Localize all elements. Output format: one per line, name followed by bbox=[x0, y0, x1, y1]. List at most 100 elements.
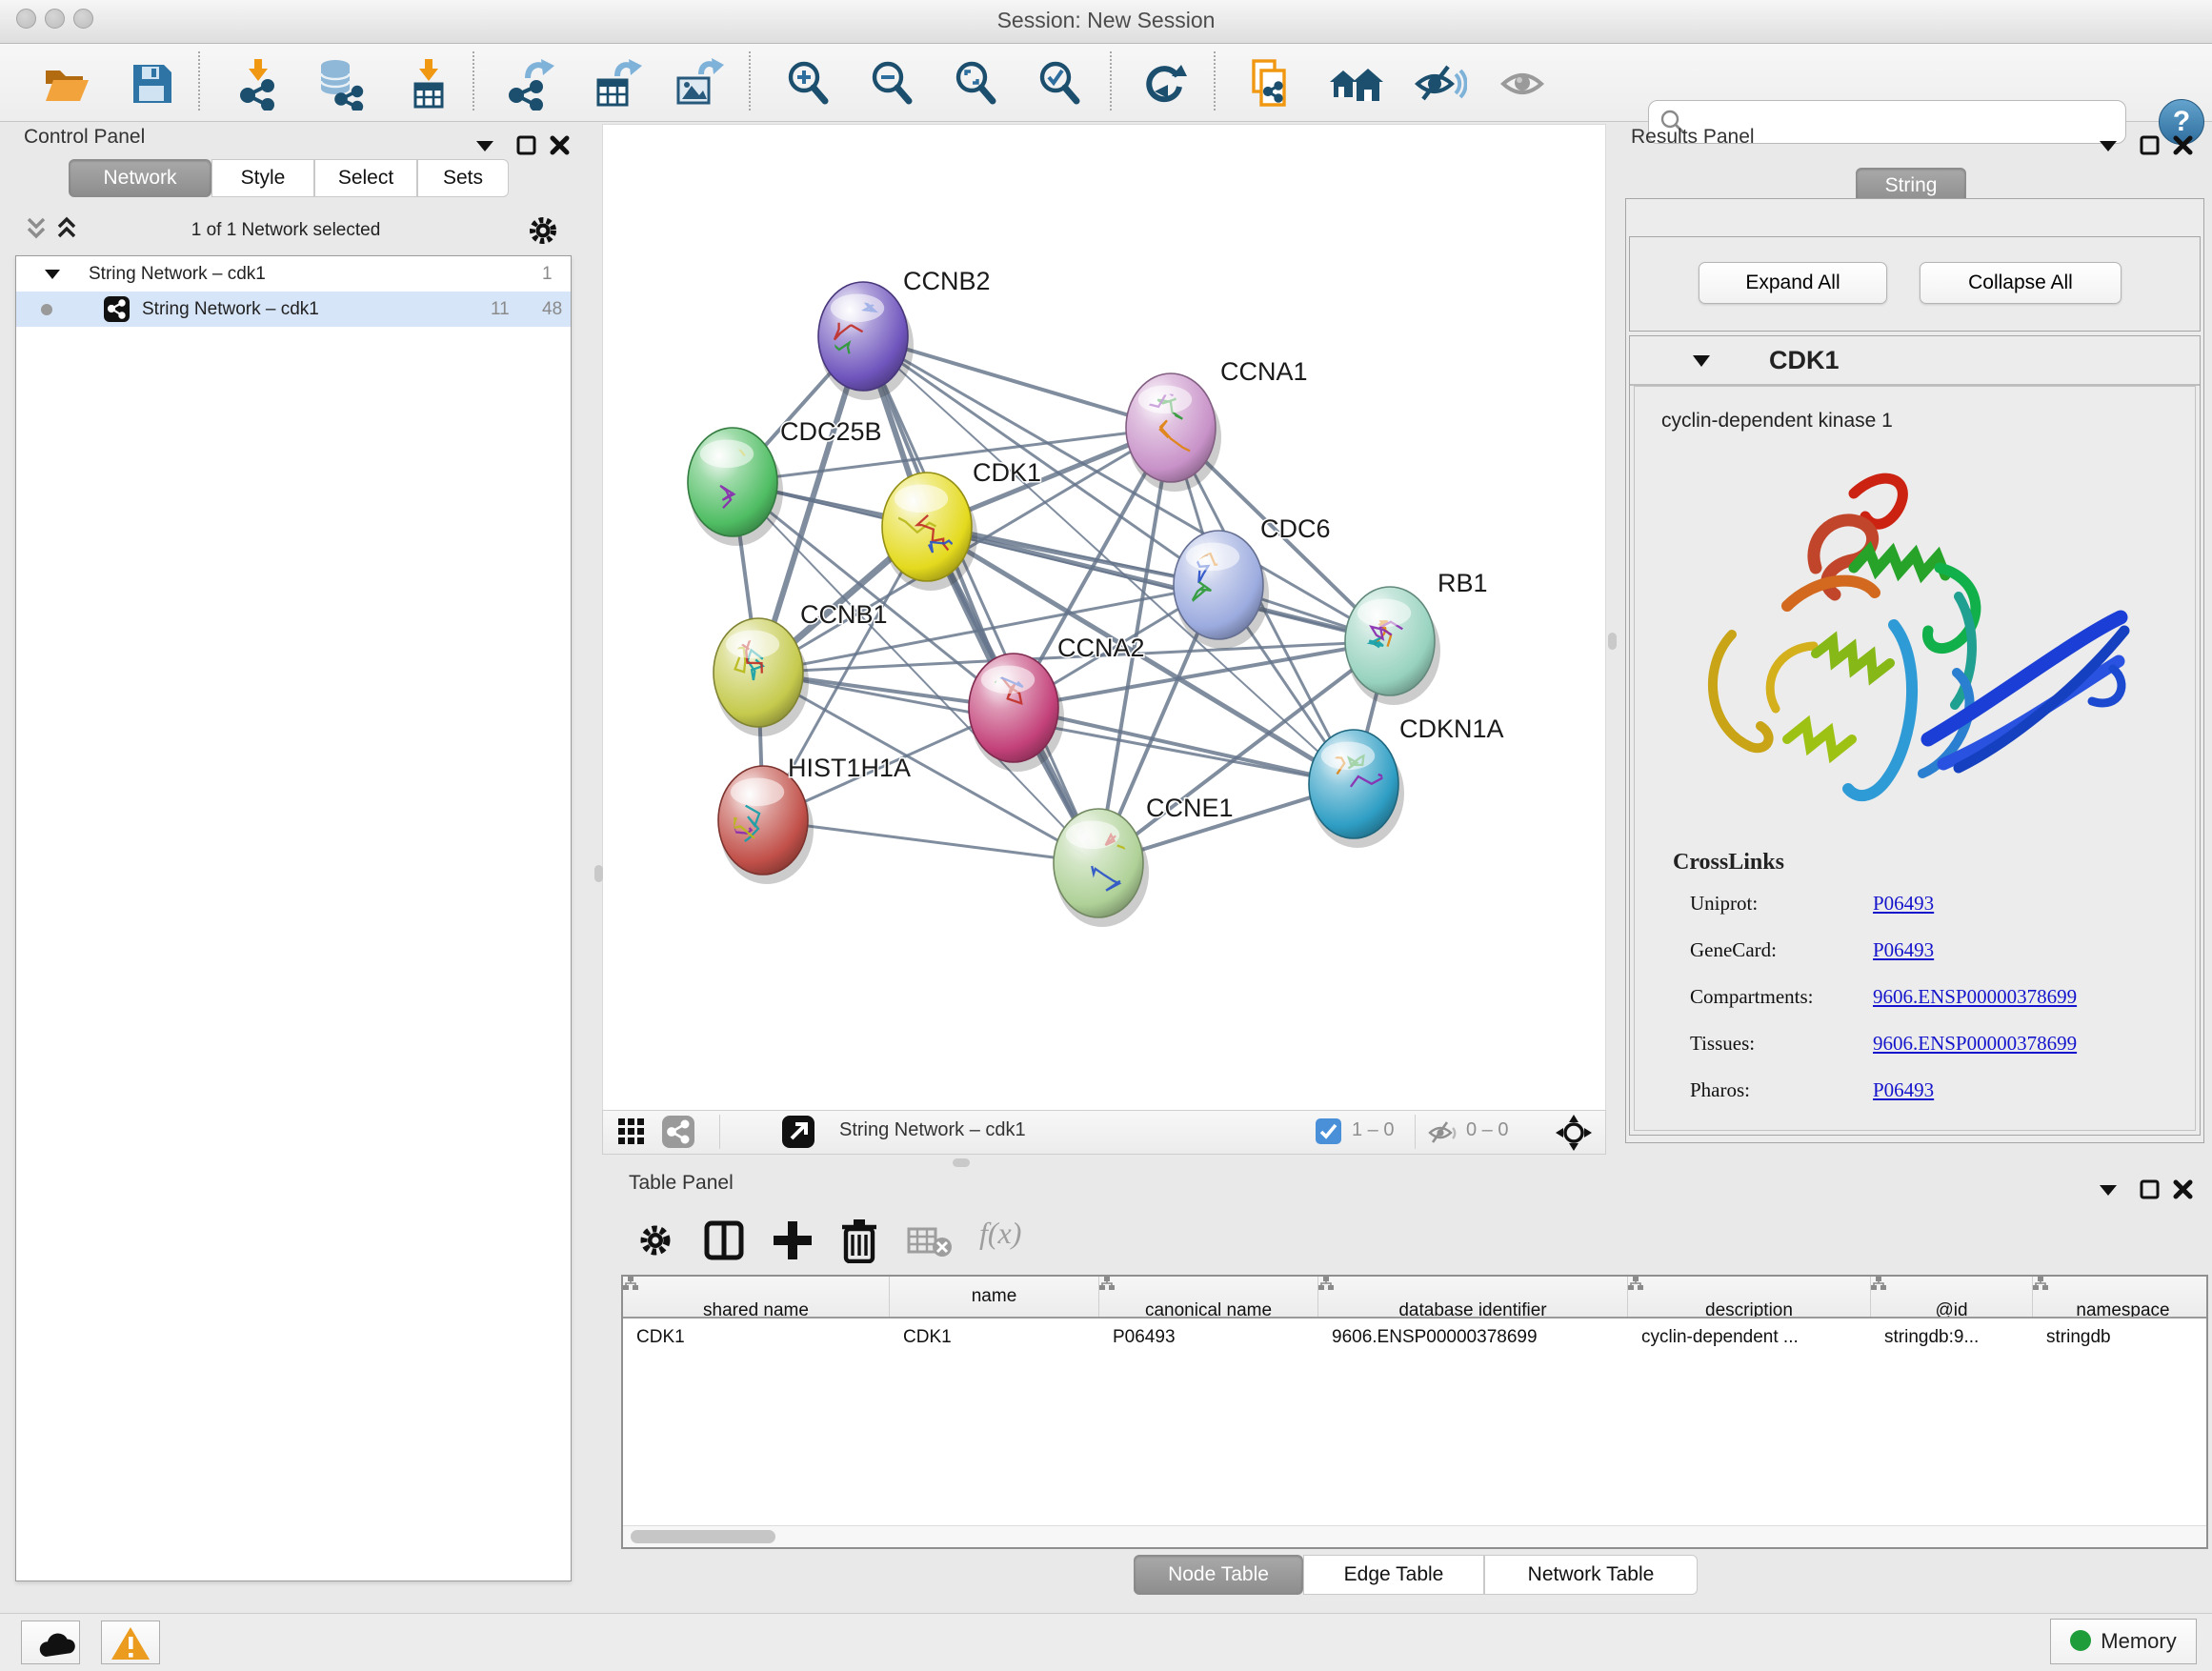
tab-style[interactable]: Style bbox=[211, 159, 314, 197]
left-splitter-handle[interactable] bbox=[594, 865, 603, 882]
panel-menu-icon[interactable] bbox=[476, 141, 493, 151]
network-list: String Network – cdk1 1 String Network –… bbox=[15, 255, 572, 1581]
table-cell[interactable]: 9606.ENSP00000378699 bbox=[1318, 1319, 1627, 1357]
save-floppy-icon bbox=[126, 57, 179, 111]
column-header[interactable]: name bbox=[890, 1277, 1099, 1317]
column-header[interactable]: namespace bbox=[2033, 1277, 2208, 1317]
column-header[interactable]: database identifier bbox=[1318, 1277, 1628, 1317]
tab-network-table[interactable]: Network Table bbox=[1484, 1555, 1698, 1595]
crosslink-value[interactable]: P06493 bbox=[1873, 1078, 1934, 1102]
delete-table-button[interactable] bbox=[907, 1225, 953, 1258]
table-cell[interactable]: stringdb:9... bbox=[1871, 1319, 2032, 1357]
grid-mode-button[interactable] bbox=[618, 1118, 647, 1147]
warnings-button[interactable] bbox=[101, 1621, 160, 1664]
crosslink-value[interactable]: 9606.ENSP00000378699 bbox=[1873, 1032, 2077, 1056]
close-icon[interactable] bbox=[2176, 138, 2190, 152]
table-options-button[interactable] bbox=[636, 1221, 674, 1259]
add-column-button[interactable] bbox=[772, 1219, 814, 1261]
function-builder-button[interactable]: f(x) bbox=[979, 1216, 1021, 1251]
open-session-button[interactable] bbox=[40, 57, 93, 111]
gene-section-header[interactable]: CDK1 bbox=[1630, 336, 2200, 386]
tab-select[interactable]: Select bbox=[314, 159, 417, 197]
chevron-double-down-icon[interactable] bbox=[29, 219, 44, 236]
disclosure-triangle-icon[interactable] bbox=[1693, 353, 1712, 368]
tree-column-icon bbox=[2033, 1277, 2048, 1291]
table-cell[interactable]: CDK1 bbox=[890, 1319, 1098, 1357]
horizontal-splitter-handle[interactable] bbox=[953, 1158, 970, 1167]
crosslink-value[interactable]: P06493 bbox=[1873, 892, 1934, 916]
tab-node-table[interactable]: Node Table bbox=[1134, 1555, 1303, 1595]
export-image-button[interactable] bbox=[671, 57, 724, 111]
cloud-status-button[interactable] bbox=[21, 1621, 80, 1664]
float-icon[interactable] bbox=[2142, 1181, 2158, 1198]
import-database-icon bbox=[314, 57, 368, 111]
close-icon[interactable] bbox=[553, 138, 567, 152]
tab-edge-table[interactable]: Edge Table bbox=[1303, 1555, 1484, 1595]
import-network-database-button[interactable] bbox=[314, 57, 368, 111]
delete-column-button[interactable] bbox=[838, 1218, 880, 1263]
panel-menu-icon[interactable] bbox=[2100, 1185, 2117, 1196]
table-cell[interactable]: cyclin-dependent ... bbox=[1628, 1319, 1870, 1357]
apply-preferred-layout-button[interactable] bbox=[1137, 57, 1191, 111]
expand-all-button[interactable]: Expand All bbox=[1699, 262, 1887, 304]
crosslink-label: Tissues: bbox=[1690, 1032, 1755, 1055]
collapse-all-button[interactable]: Collapse All bbox=[1920, 262, 2122, 304]
column-header[interactable]: @id bbox=[1871, 1277, 2033, 1317]
network-collection-row[interactable]: String Network – cdk1 1 bbox=[16, 256, 571, 292]
hide-selected-button[interactable] bbox=[1414, 57, 1467, 111]
table-cell[interactable]: CDK1 bbox=[623, 1319, 889, 1357]
crosslink-value[interactable]: 9606.ENSP00000378699 bbox=[1873, 985, 2077, 1009]
view-mode-button[interactable] bbox=[662, 1116, 694, 1148]
network-overview-button[interactable] bbox=[1330, 57, 1383, 111]
export-network-button[interactable] bbox=[503, 57, 556, 111]
network-graph[interactable]: CCNB2CCNA1CDC25BCDK1CDC6RB1CCNB1CCNA2CDK… bbox=[603, 125, 1605, 1110]
memory-button[interactable]: Memory bbox=[2050, 1619, 2197, 1664]
column-header[interactable]: shared name bbox=[623, 1277, 890, 1317]
clone-network-button[interactable] bbox=[1244, 57, 1297, 111]
selected-filter-checkbox[interactable] bbox=[1316, 1118, 1341, 1144]
share-icon bbox=[662, 1116, 694, 1148]
status-bar: Memory bbox=[0, 1613, 2212, 1671]
hidden-filter-button[interactable] bbox=[1428, 1118, 1458, 1147]
network-selection-summary: 1 of 1 Network selected bbox=[86, 220, 486, 241]
horizontal-scrollbar[interactable] bbox=[623, 1525, 2206, 1547]
tab-network[interactable]: Network bbox=[69, 159, 211, 197]
column-header[interactable]: description bbox=[1628, 1277, 1871, 1317]
float-icon[interactable] bbox=[2142, 137, 2158, 153]
zoom-in-button[interactable] bbox=[781, 57, 835, 111]
network-options-button[interactable] bbox=[526, 213, 560, 248]
save-session-button[interactable] bbox=[126, 57, 179, 111]
columns-icon bbox=[707, 1223, 741, 1258]
viewbar-separator bbox=[1415, 1115, 1416, 1149]
crosslink-value[interactable]: P06493 bbox=[1873, 938, 1934, 962]
column-header[interactable]: canonical name bbox=[1099, 1277, 1318, 1317]
import-table-file-button[interactable] bbox=[402, 57, 455, 111]
hidden-count: 0 – 0 bbox=[1466, 1119, 1508, 1141]
panel-menu-icon[interactable] bbox=[2100, 141, 2117, 151]
tree-column-icon bbox=[623, 1277, 638, 1291]
zoom-selected-button[interactable] bbox=[1033, 57, 1086, 111]
export-table-button[interactable] bbox=[589, 57, 642, 111]
detach-view-button[interactable] bbox=[782, 1116, 814, 1148]
column-header-label: name bbox=[972, 1286, 1017, 1306]
chevron-double-up-icon[interactable] bbox=[59, 219, 74, 236]
zoom-fit-button[interactable] bbox=[949, 57, 1002, 111]
right-splitter-handle[interactable] bbox=[1608, 633, 1617, 650]
scrollbar-thumb[interactable] bbox=[631, 1530, 775, 1543]
node-label: CCNA1 bbox=[1220, 357, 1308, 386]
network-row-selected[interactable]: String Network – cdk1 11 48 bbox=[16, 292, 571, 327]
tab-sets[interactable]: Sets bbox=[417, 159, 509, 197]
protein-structure-image bbox=[1673, 453, 2149, 815]
network-canvas[interactable]: CCNB2CCNA1CDC25BCDK1CDC6RB1CCNB1CCNA2CDK… bbox=[602, 124, 1606, 1111]
table-cell[interactable]: P06493 bbox=[1099, 1319, 1317, 1357]
zoom-out-button[interactable] bbox=[865, 57, 918, 111]
table-cell[interactable]: stringdb bbox=[2033, 1319, 2208, 1357]
import-network-file-button[interactable] bbox=[232, 57, 286, 111]
show-columns-button[interactable] bbox=[703, 1219, 745, 1261]
float-icon[interactable] bbox=[518, 137, 534, 153]
birds-eye-button[interactable] bbox=[1556, 1115, 1592, 1151]
disclosure-triangle-icon[interactable] bbox=[45, 268, 62, 281]
search-input[interactable] bbox=[1693, 105, 2116, 139]
close-icon[interactable] bbox=[2176, 1182, 2190, 1197]
show-all-button[interactable] bbox=[1498, 57, 1551, 111]
